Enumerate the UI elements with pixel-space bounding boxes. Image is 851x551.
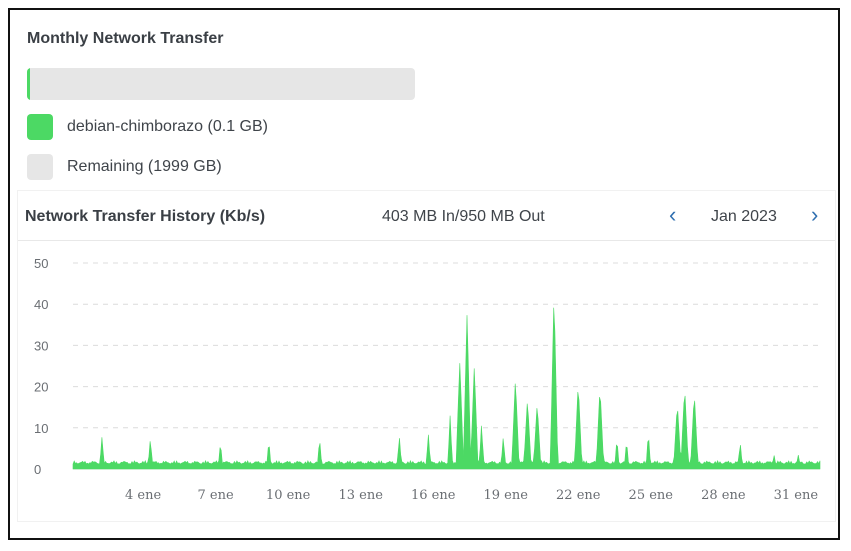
transfer-summary: 403 MB In/950 MB Out <box>382 208 545 225</box>
history-title: Network Transfer History (Kb/s) <box>25 208 266 225</box>
x-tick-label: 31 ene <box>774 488 819 503</box>
used-color-swatch <box>27 114 53 140</box>
legend-label-used: debian-chimborazo (0.1 GB) <box>67 118 268 135</box>
x-tick-label: 4 ene <box>125 488 161 503</box>
legend-item-remaining: Remaining (1999 GB) <box>27 154 222 180</box>
x-tick-label: 22 ene <box>556 488 601 503</box>
chevron-left-icon[interactable]: ‹ <box>669 203 676 227</box>
y-tick-label: 10 <box>34 421 48 436</box>
transfer-history-chart: 0 10 20 30 40 50 4 ene 7 ene 10 ene 13 ene 16 ene 1… <box>34 256 821 503</box>
history-header: Network Transfer History (Kb/s) 403 MB I… <box>18 191 835 241</box>
transfer-area-series <box>72 307 821 470</box>
network-transfer-panel: Monthly Network Transfer debian-chimbora… <box>8 8 840 540</box>
transfer-history-card: Network Transfer History (Kb/s) 403 MB I… <box>17 190 836 522</box>
usage-bar-fill <box>27 68 30 100</box>
y-tick-label: 0 <box>34 462 41 477</box>
x-tick-label: 7 ene <box>198 488 234 503</box>
y-tick-label: 50 <box>34 256 48 271</box>
panel-title: Monthly Network Transfer <box>27 30 224 47</box>
x-tick-label: 25 ene <box>629 488 674 503</box>
x-tick-label: 19 ene <box>484 488 529 503</box>
legend-label-remaining: Remaining (1999 GB) <box>67 158 222 175</box>
y-tick-label: 40 <box>34 297 48 312</box>
y-tick-label: 30 <box>34 338 48 353</box>
legend-item-used: debian-chimborazo (0.1 GB) <box>27 114 268 140</box>
chevron-right-icon[interactable]: › <box>811 203 818 227</box>
x-tick-label: 13 ene <box>338 488 383 503</box>
transfer-usage-bar <box>27 68 415 100</box>
remaining-color-swatch <box>27 154 53 180</box>
x-tick-label: 28 ene <box>701 488 746 503</box>
y-tick-label: 20 <box>34 380 48 395</box>
month-label: Jan 2023 <box>711 208 777 225</box>
x-tick-label: 16 ene <box>411 488 456 503</box>
x-tick-label: 10 ene <box>266 488 311 503</box>
